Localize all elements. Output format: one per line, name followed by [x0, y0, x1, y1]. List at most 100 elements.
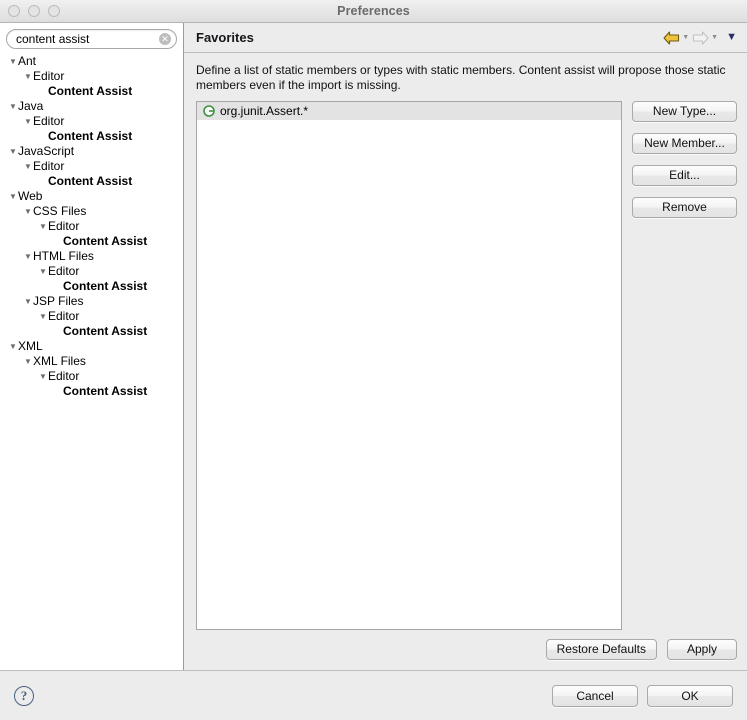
tree-item-label: Content Assist: [63, 324, 148, 338]
chevron-down-icon[interactable]: ▼: [38, 369, 48, 384]
apply-button[interactable]: Apply: [667, 639, 737, 660]
chevron-down-icon[interactable]: ▼: [8, 99, 18, 114]
favorites-actions: New Type... New Member... Edit... Remove: [622, 101, 737, 630]
ok-button[interactable]: OK: [647, 684, 733, 707]
tree-item[interactable]: ▼ JSP Files: [0, 294, 183, 309]
tree-item[interactable]: ▼Content Assist: [0, 384, 183, 399]
tree-spacer-icon: ▼: [53, 324, 63, 339]
help-icon[interactable]: ?: [14, 685, 34, 706]
tree-item-label: Content Assist: [63, 384, 148, 398]
pane-footer: Restore Defaults Apply: [184, 630, 747, 670]
tree-item-label: Content Assist: [48, 129, 133, 143]
tree-item[interactable]: ▼ Web: [0, 189, 183, 204]
tree-item-label: Editor: [48, 369, 80, 383]
chevron-down-icon[interactable]: ▼: [23, 204, 33, 219]
dialog-bottom-bar: ? Cancel OK: [0, 670, 747, 720]
chevron-down-icon[interactable]: ▼: [8, 339, 18, 354]
list-item[interactable]: org.junit.Assert.*: [197, 102, 621, 120]
tree-item[interactable]: ▼ Ant: [0, 54, 183, 69]
chevron-down-icon[interactable]: ▼: [23, 69, 33, 84]
back-button[interactable]: ▼: [663, 30, 690, 45]
tree-item[interactable]: ▼ CSS Files: [0, 204, 183, 219]
clear-search-icon[interactable]: ✕: [159, 33, 171, 45]
minimize-button[interactable]: [28, 5, 40, 17]
tree-item-label: Editor: [33, 114, 65, 128]
back-arrow-icon: [663, 30, 680, 45]
tree-item[interactable]: ▼ Editor: [0, 114, 183, 129]
chevron-down-icon[interactable]: ▼: [23, 159, 33, 174]
tree-item[interactable]: ▼ Editor: [0, 159, 183, 174]
tree-item-label: XML: [18, 339, 43, 353]
tree-item-label: Content Assist: [48, 84, 133, 98]
tree-item[interactable]: ▼Content Assist: [0, 129, 183, 144]
tree-item-label: Editor: [48, 309, 80, 323]
chevron-down-icon[interactable]: ▼: [8, 189, 18, 204]
preferences-detail-pane: Favorites ▼ ▼ ▼ Define a list of static …: [184, 23, 747, 670]
tree-item-label: Ant: [18, 54, 37, 68]
remove-button[interactable]: Remove: [632, 197, 737, 218]
chevron-down-icon[interactable]: ▼: [38, 264, 48, 279]
preferences-tree[interactable]: ▼Ant▼Editor▼Content Assist▼Java▼Editor▼C…: [0, 53, 183, 670]
pane-main: org.junit.Assert.* New Type... New Member…: [184, 101, 747, 630]
window-title: Preferences: [337, 4, 410, 18]
tree-item[interactable]: ▼ XML: [0, 339, 183, 354]
new-member-button[interactable]: New Member...: [632, 133, 737, 154]
tree-item[interactable]: ▼Content Assist: [0, 279, 183, 294]
chevron-down-icon[interactable]: ▼: [8, 54, 18, 69]
tree-spacer-icon: ▼: [38, 129, 48, 144]
tree-spacer-icon: ▼: [53, 384, 63, 399]
chevron-down-icon[interactable]: ▼: [38, 219, 48, 234]
tree-item[interactable]: ▼ HTML Files: [0, 249, 183, 264]
tree-item-label: Editor: [33, 69, 65, 83]
tree-item[interactable]: ▼ Editor: [0, 264, 183, 279]
tree-item[interactable]: ▼ XML Files: [0, 354, 183, 369]
window-titlebar: Preferences: [0, 0, 747, 23]
tree-item[interactable]: ▼Content Assist: [0, 324, 183, 339]
close-button[interactable]: [8, 5, 20, 17]
tree-item-label: JSP Files: [33, 294, 84, 308]
restore-defaults-button[interactable]: Restore Defaults: [545, 639, 657, 660]
tree-item-label: Editor: [48, 219, 80, 233]
chevron-down-icon[interactable]: ▼: [23, 294, 33, 309]
tree-item-label: Content Assist: [63, 234, 148, 248]
pane-menu-icon[interactable]: ▼: [721, 32, 737, 43]
chevron-down-icon[interactable]: ▼: [8, 144, 18, 159]
tree-item-label: Web: [18, 189, 43, 203]
chevron-down-icon[interactable]: ▼: [23, 354, 33, 369]
tree-spacer-icon: ▼: [53, 234, 63, 249]
tree-item[interactable]: ▼ Java: [0, 99, 183, 114]
favorites-list[interactable]: org.junit.Assert.*: [196, 101, 622, 630]
edit-button[interactable]: Edit...: [632, 165, 737, 186]
tree-item[interactable]: ▼Content Assist: [0, 174, 183, 189]
chevron-down-icon[interactable]: ▼: [23, 114, 33, 129]
forward-dropdown-icon[interactable]: ▼: [710, 34, 719, 41]
preferences-window: Preferences ✕ ▼Ant▼Editor▼Content Assist…: [0, 0, 747, 720]
preferences-sidebar: ✕ ▼Ant▼Editor▼Content Assist▼Java▼Editor…: [0, 23, 184, 670]
tree-item[interactable]: ▼Content Assist: [0, 234, 183, 249]
tree-item-label: Content Assist: [63, 279, 148, 293]
forward-arrow-icon: [693, 30, 709, 45]
zoom-button[interactable]: [48, 5, 60, 17]
new-type-button[interactable]: New Type...: [632, 101, 737, 122]
pane-navigation: ▼ ▼ ▼: [663, 30, 737, 45]
tree-item[interactable]: ▼ Editor: [0, 309, 183, 324]
dialog-buttons: Cancel OK: [552, 684, 733, 707]
tree-item[interactable]: ▼Content Assist: [0, 84, 183, 99]
tree-item[interactable]: ▼ Editor: [0, 369, 183, 384]
tree-spacer-icon: ▼: [38, 174, 48, 189]
tree-item-label: HTML Files: [33, 249, 94, 263]
tree-item[interactable]: ▼ JavaScript: [0, 144, 183, 159]
chevron-down-icon[interactable]: ▼: [38, 309, 48, 324]
traffic-light-group: [8, 5, 60, 17]
chevron-down-icon[interactable]: ▼: [23, 249, 33, 264]
tree-item[interactable]: ▼ Editor: [0, 69, 183, 84]
search-input[interactable]: [7, 30, 176, 48]
tree-spacer-icon: ▼: [38, 84, 48, 99]
tree-item-label: Java: [18, 99, 44, 113]
back-dropdown-icon[interactable]: ▼: [681, 34, 690, 41]
green-g-icon: [203, 105, 215, 117]
cancel-button[interactable]: Cancel: [552, 684, 638, 707]
forward-button[interactable]: ▼: [692, 30, 719, 45]
tree-item[interactable]: ▼ Editor: [0, 219, 183, 234]
search-field[interactable]: ✕: [6, 29, 177, 49]
